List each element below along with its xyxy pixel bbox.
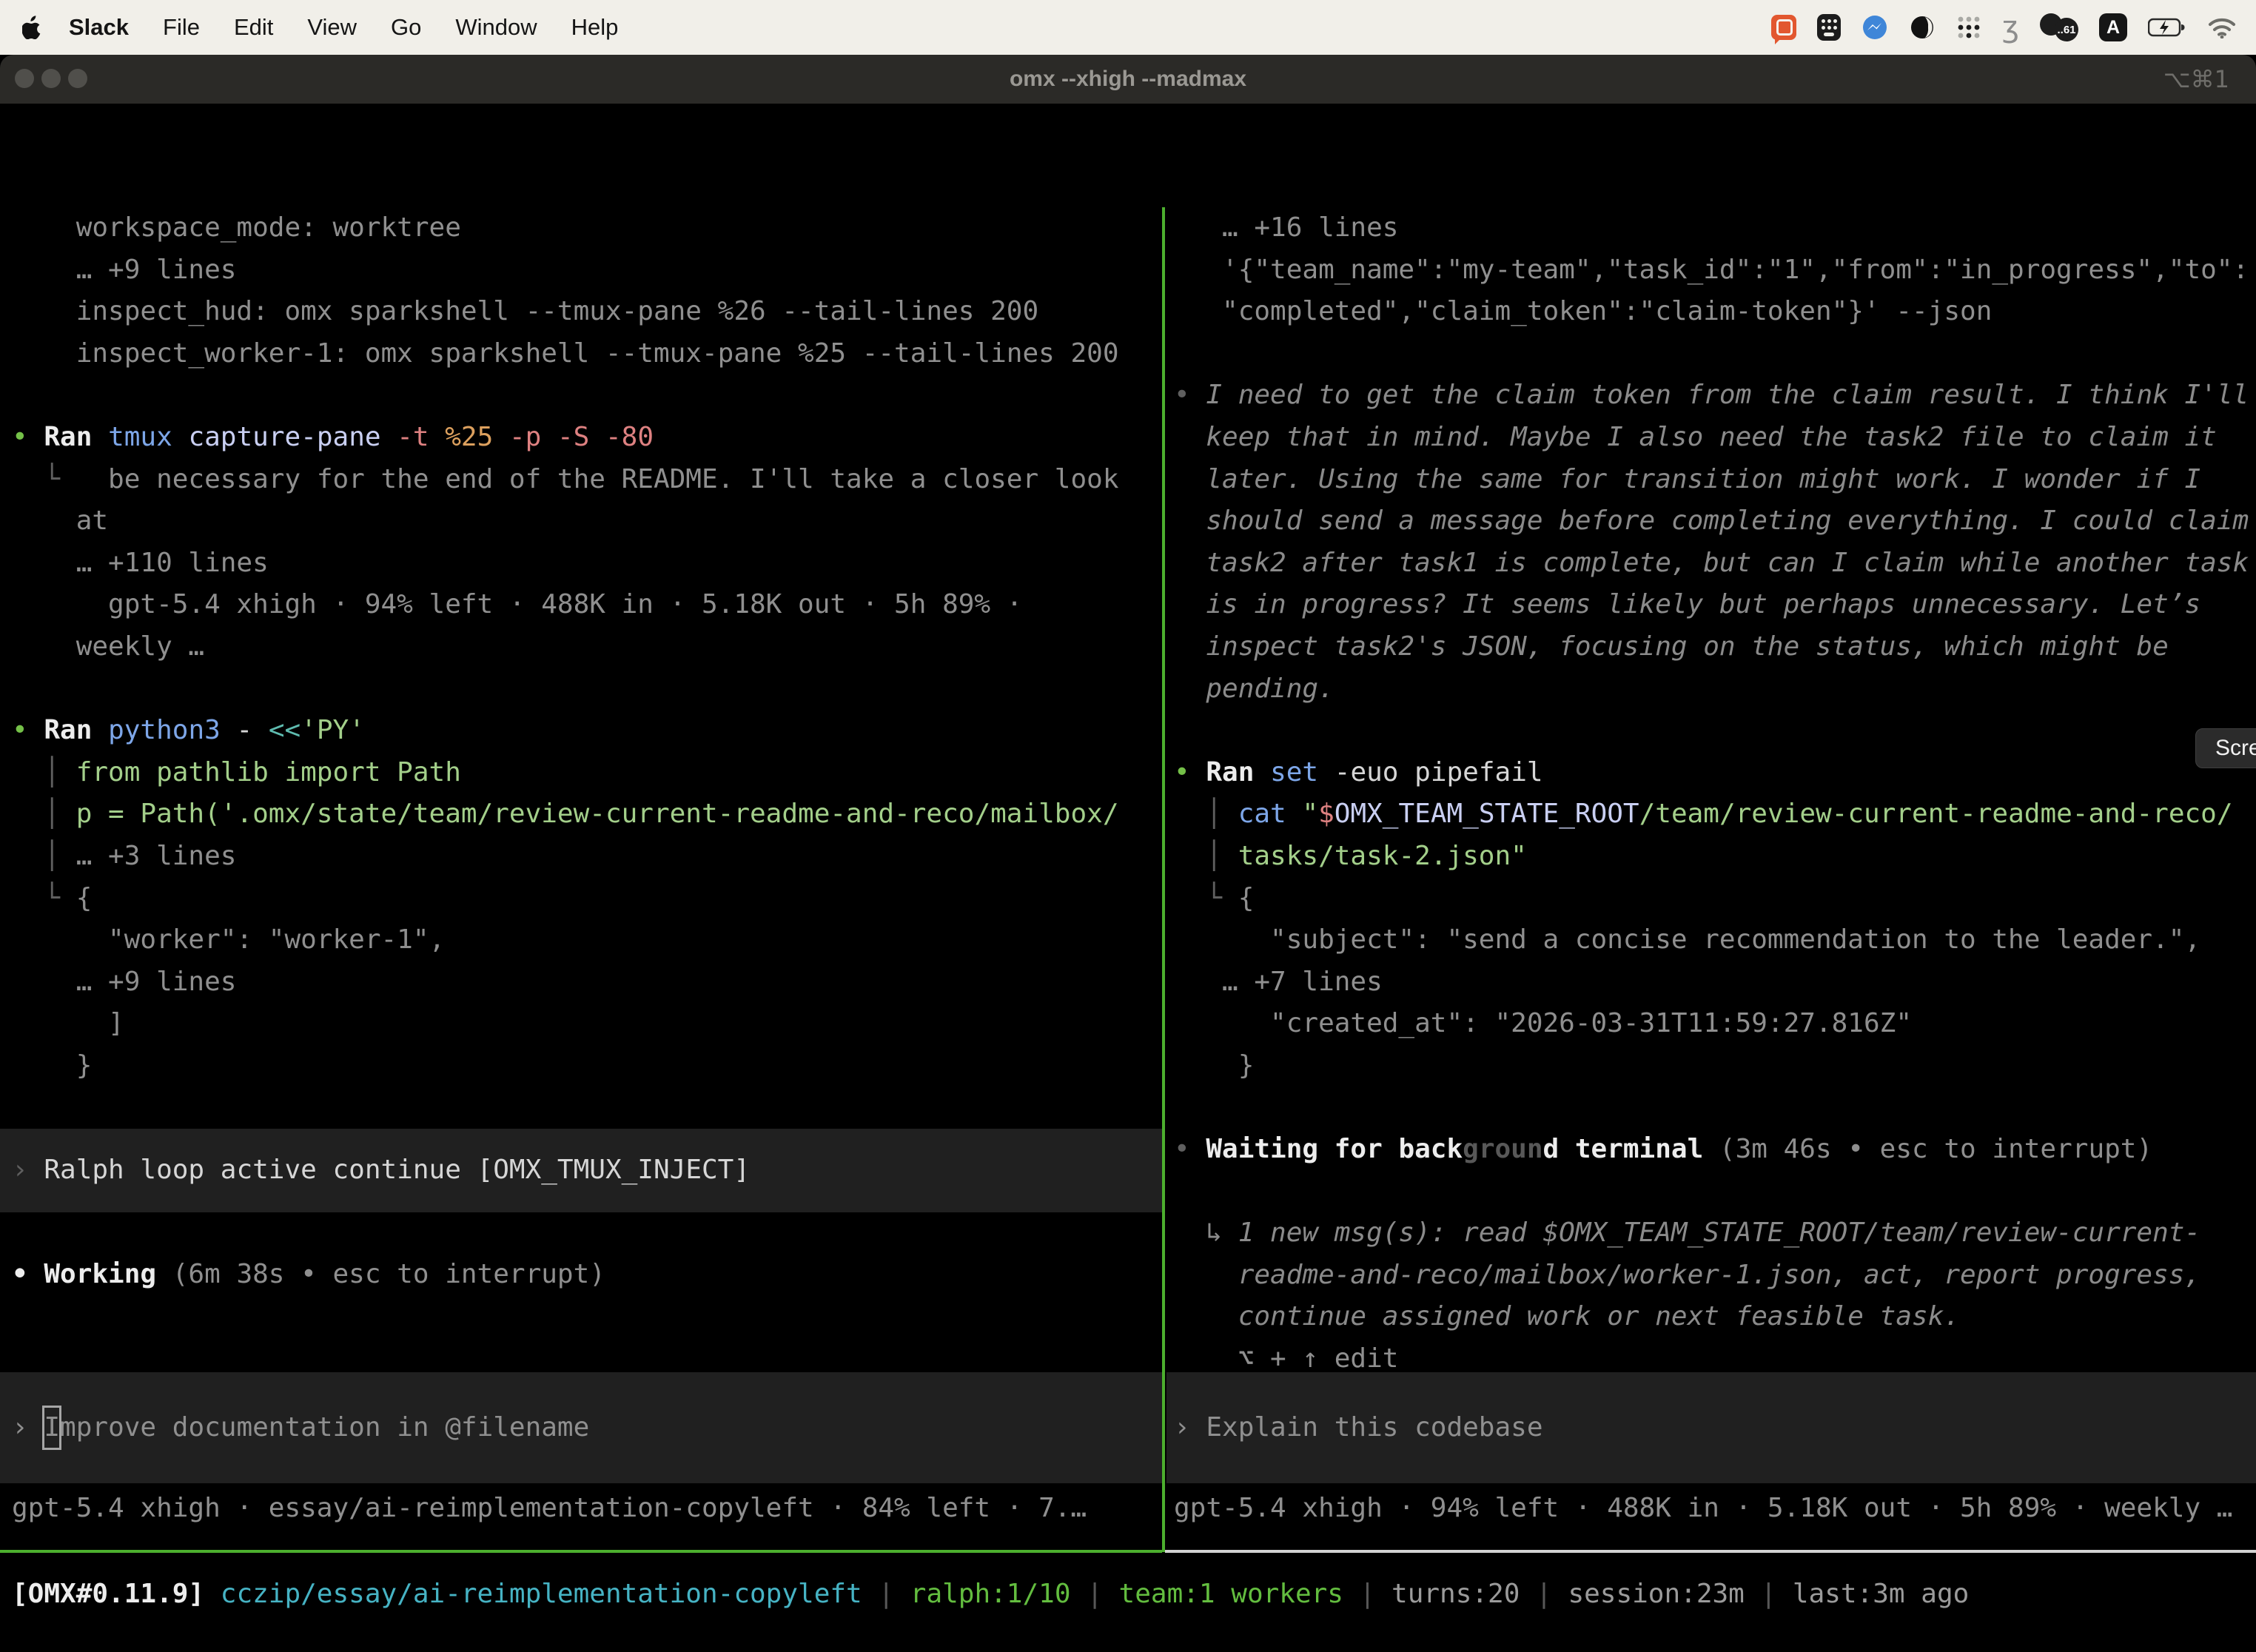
- apple-menu-icon[interactable]: [22, 16, 42, 39]
- pane-right-scrollback: … +16 lines '{"team_name":"my-team","tas…: [1166, 207, 2256, 1550]
- count-badge-label: ..61: [2055, 18, 2078, 41]
- terminal-line: later. Using the same for transition mig…: [1166, 459, 2256, 501]
- pane-bottom-border-inactive: [1165, 1550, 2256, 1553]
- blank-line: [0, 1087, 1162, 1129]
- waiting-status: • Waiting for background terminal (3m 46…: [1166, 1129, 2256, 1171]
- terminal-line: }: [1166, 1045, 2256, 1087]
- blank-line: [1166, 333, 2256, 375]
- terminal-line: inspect_worker-1: omx sparkshell --tmux-…: [0, 333, 1162, 375]
- menu-item-file[interactable]: File: [163, 14, 200, 40]
- window-shortcut-badge: ⌥⌘1: [2163, 55, 2229, 104]
- terminal-line: should send a message before completing …: [1166, 500, 2256, 543]
- terminal-line: pending.: [1166, 668, 2256, 711]
- menu-item-help[interactable]: Help: [571, 14, 619, 40]
- prompt-input-right[interactable]: › Explain this codebase: [1166, 1372, 2256, 1483]
- terminal-line: • Ran set -euo pipefail: [1166, 752, 2256, 794]
- terminal-line: … +16 lines: [1166, 207, 2256, 249]
- blank-line: [1166, 710, 2256, 752]
- blank-line: [0, 668, 1162, 711]
- terminal-line: "created_at": "2026-03-31T11:59:27.816Z": [1166, 1003, 2256, 1045]
- menu-app-name[interactable]: Slack: [69, 14, 129, 41]
- terminal-window: omx --xhigh --madmax ⌥⌘1 workspace_mode:…: [0, 55, 2256, 1652]
- blank-line: [0, 375, 1162, 417]
- terminal-line: … +110 lines: [0, 543, 1162, 585]
- terminal-line: "worker": "worker-1",: [0, 919, 1162, 961]
- terminal-line: • I need to get the claim token from the…: [1166, 375, 2256, 417]
- terminal-line: readme-and-reco/mailbox/worker-1.json, a…: [1166, 1255, 2256, 1297]
- terminal-line: workspace_mode: worktree: [0, 207, 1162, 249]
- terminal-line: keep that in mind. Maybe I also need the…: [1166, 417, 2256, 459]
- terminal-line: "subject": "send a concise recommendatio…: [1166, 919, 2256, 961]
- terminal-line: • Ran tmux capture-pane -t %25 -p -S -80: [0, 417, 1162, 459]
- terminal-line: └ {: [1166, 878, 2256, 920]
- contrast-icon[interactable]: [1909, 13, 1936, 42]
- terminal-line: │ from pathlib import Path: [0, 752, 1162, 794]
- battery-icon[interactable]: [2148, 13, 2186, 42]
- terminal-line: • Ran python3 - <<'PY': [0, 710, 1162, 752]
- terminal-line: inspect task2's JSON, focusing on the st…: [1166, 626, 2256, 668]
- dots-grid-icon[interactable]: [1956, 13, 1981, 42]
- blank-line: [0, 1212, 1162, 1255]
- terminal-line: │ p = Path('.omx/state/team/review-curre…: [0, 793, 1162, 836]
- keyboard-icon[interactable]: [1817, 13, 1841, 42]
- terminal-line: └ be necessary for the end of the README…: [0, 459, 1162, 501]
- pane-left-scrollback: workspace_mode: worktree … +9 lines insp…: [0, 207, 1162, 1550]
- terminal-line: ↳ 1 new msg(s): read $OMX_TEAM_STATE_ROO…: [1166, 1212, 2256, 1255]
- window-titlebar[interactable]: omx --xhigh --madmax ⌥⌘1: [0, 55, 2256, 104]
- wifi-icon[interactable]: [2207, 13, 2237, 42]
- window-title: omx --xhigh --madmax: [0, 55, 2256, 104]
- terminal-line: task2 after task1 is complete, but can I…: [1166, 543, 2256, 585]
- terminal-line: │ tasks/task-2.json": [1166, 836, 2256, 878]
- prompt-input-left[interactable]: › Improve documentation in @filename: [0, 1372, 1162, 1483]
- terminal-line: "completed","claim_token":"claim-token"}…: [1166, 291, 2256, 333]
- menu-item-go[interactable]: Go: [391, 14, 421, 40]
- terminal-line: … +9 lines: [0, 961, 1162, 1004]
- chat-badge-icon[interactable]: [1771, 13, 1796, 42]
- terminal-line: gpt-5.4 xhigh · 94% left · 488K in · 5.1…: [0, 584, 1162, 626]
- terminal-line: }: [0, 1045, 1162, 1087]
- menu-bar: Slack File Edit View Go Window Help: [0, 0, 2256, 55]
- terminal-line: is in progress? It seems likely but perh…: [1166, 584, 2256, 626]
- working-status: • Working (6m 38s • esc to interrupt): [0, 1254, 1162, 1296]
- pane-bottom-border-active: [0, 1550, 1162, 1553]
- omx-session-statusbar: [OMX#0.11.9] cczip/essay/ai-reimplementa…: [12, 1574, 1969, 1616]
- screen-tooltip: Scre: [2195, 728, 2256, 768]
- ralph-loop-banner: › Ralph loop active continue [OMX_TMUX_I…: [0, 1129, 1162, 1212]
- blank-line: [1166, 1087, 2256, 1129]
- menu-status-icons: ʒ ..61 A: [1771, 0, 2237, 55]
- terminal-line: at: [0, 500, 1162, 543]
- terminal-line: ]: [0, 1003, 1162, 1045]
- terminal-line: '{"team_name":"my-team","task_id":"1","f…: [1166, 249, 2256, 292]
- terminal-line: … +7 lines: [1166, 961, 2256, 1004]
- input-source-icon[interactable]: A: [2099, 13, 2127, 41]
- model-status-right: gpt-5.4 xhigh · 94% left · 488K in · 5.1…: [1174, 1488, 2256, 1530]
- messenger-icon[interactable]: [1861, 13, 1888, 42]
- blank-line: [1166, 1171, 2256, 1213]
- terminal-line: continue assigned work or next feasible …: [1166, 1296, 2256, 1338]
- terminal-line: │ cat "$OMX_TEAM_STATE_ROOT/team/review-…: [1166, 793, 2256, 836]
- terminal-line: └ {: [0, 878, 1162, 920]
- screen: { "menu_bar": { "app": "Slack", "items":…: [0, 0, 2256, 1652]
- model-status-left: gpt-5.4 xhigh · essay/ai-reimplementatio…: [12, 1488, 1087, 1530]
- menu-item-window[interactable]: Window: [455, 14, 537, 40]
- menu-item-view[interactable]: View: [307, 14, 357, 40]
- terminal-line: weekly …: [0, 626, 1162, 668]
- hook-icon[interactable]: ʒ: [2002, 13, 2019, 42]
- pane-divider[interactable]: [1162, 207, 1165, 1552]
- terminal-line: │ … +3 lines: [0, 836, 1162, 878]
- terminal-line: inspect_hud: omx sparkshell --tmux-pane …: [0, 291, 1162, 333]
- terminal-line: … +9 lines: [0, 249, 1162, 292]
- menu-item-edit[interactable]: Edit: [234, 14, 273, 40]
- count-badge-icon[interactable]: ..61: [2040, 13, 2078, 42]
